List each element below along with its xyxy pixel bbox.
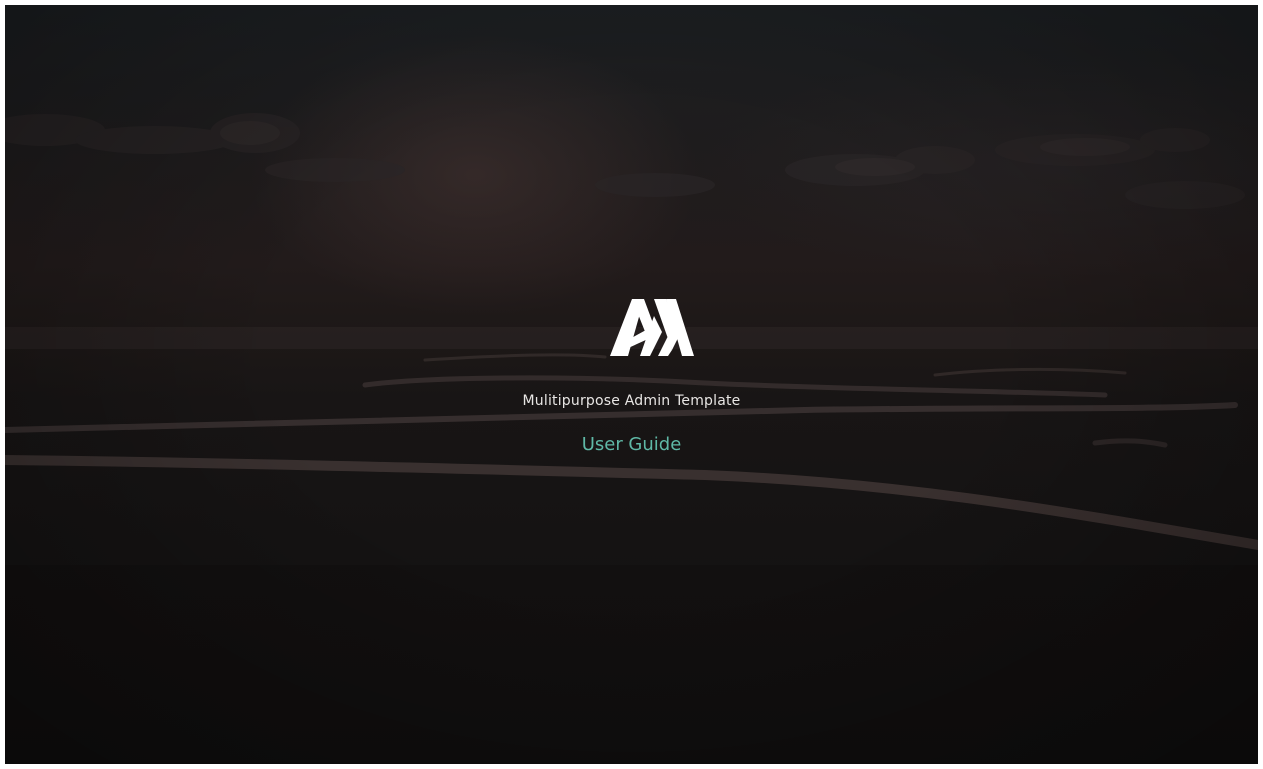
page-tagline: Mulitipurpose Admin Template [522, 393, 741, 409]
am-logo-icon [610, 294, 694, 356]
user-guide-label: User Guide [581, 434, 682, 455]
hero-background: Mulitipurpose Admin Template User Guide [5, 5, 1258, 764]
hero-content: Mulitipurpose Admin Template User Guide [5, 5, 1258, 764]
user-guide-link[interactable]: User Guide [5, 434, 1258, 455]
